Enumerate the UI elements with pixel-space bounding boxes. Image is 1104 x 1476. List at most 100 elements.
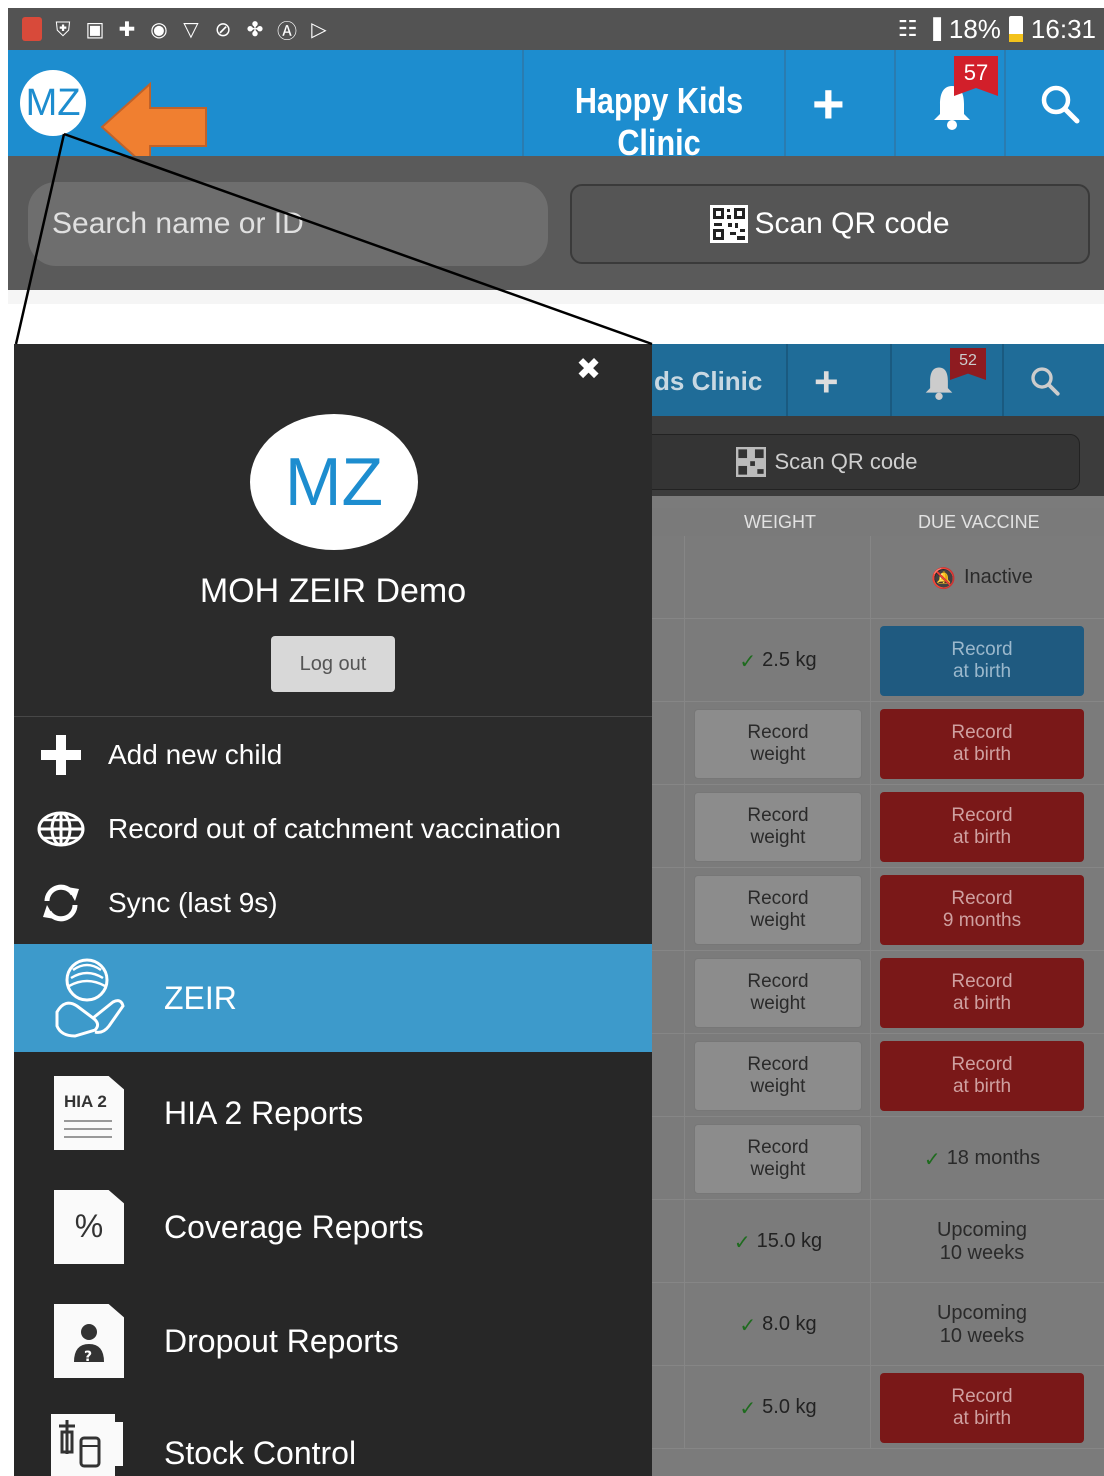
signal-icon: ▐	[925, 17, 941, 41]
wifi-icon: ☷	[897, 16, 918, 42]
nav-item-stock-control[interactable]: Stock Control	[14, 1398, 652, 1476]
weight-value: 2.5 kg	[762, 649, 817, 671]
close-icon[interactable]: ✖	[576, 352, 601, 387]
nav-item-dropout-label: Dropout Reports	[164, 1322, 399, 1359]
nav-item-zeir[interactable]: ZEIR	[14, 944, 652, 1052]
navigation-drawer: ✖ MZ MOH ZEIR Demo Log out Add new child…	[14, 344, 652, 1476]
nav-item-zeir-label: ZEIR	[164, 979, 237, 1016]
qr-code-icon	[710, 205, 749, 243]
search-input[interactable]	[28, 182, 548, 266]
record-out-of-catchment-item[interactable]: Record out of catchment vaccination	[14, 794, 652, 864]
drawer-divider	[14, 716, 652, 717]
play-store-icon: ▷	[311, 17, 327, 41]
bar-divider	[786, 344, 788, 416]
due-vaccine-cell: ✓ 18 months	[872, 1117, 1092, 1200]
weight-cell: ✓ 5.0 kg	[686, 1366, 870, 1449]
record-weight-button: Record weight	[694, 791, 862, 862]
blocked-icon: ⊘	[214, 17, 232, 41]
logout-button[interactable]: Log out	[271, 636, 395, 692]
record-vaccine-button: Record 9 months	[880, 874, 1084, 945]
bar-divider	[894, 50, 896, 156]
weight-cell: Record weight	[686, 1034, 870, 1117]
record-vaccine-button: Record at birth	[880, 625, 1084, 696]
scan-qr-button[interactable]: Scan QR code	[570, 184, 1090, 264]
stock-vial-icon	[51, 1414, 123, 1476]
user-avatar-button[interactable]: MZ	[20, 70, 86, 136]
due-vaccine-cell: Record at birth	[872, 1034, 1092, 1117]
bell-off-icon: 🔕	[931, 565, 956, 590]
background-search-icon	[1031, 367, 1060, 396]
weight-cell: Record weight	[686, 702, 870, 785]
percent-document-icon: %	[54, 1190, 124, 1264]
scan-qr-label: Scan QR code	[754, 207, 950, 240]
record-vaccine-button: Record at birth	[880, 1040, 1084, 1111]
bar-divider	[784, 50, 786, 156]
user-name: MOH ZEIR Demo	[199, 572, 467, 610]
due-vaccine-cell: Record at birth	[872, 1366, 1092, 1449]
nav-item-coverage-label: Coverage Reports	[164, 1208, 424, 1245]
check-icon: ✓	[739, 1395, 757, 1420]
drawer-navigation: ZEIR HIA 2 HIA 2 Reports % Coverage Repo…	[14, 944, 652, 1476]
weight-cell: Record weight	[686, 1117, 870, 1200]
weight-cell: Record weight	[686, 951, 870, 1034]
record-vaccine-button: Record at birth	[880, 957, 1084, 1028]
due-vaccine-cell: Record 9 months	[872, 868, 1092, 951]
font-icon: Ⓐ	[277, 18, 297, 43]
nav-item-dropout-reports[interactable]: ? Dropout Reports	[14, 1284, 652, 1398]
weight-value: 8.0 kg	[762, 1313, 817, 1335]
image-icon: ▣	[85, 17, 105, 41]
shield-icon: ⛨	[55, 17, 71, 41]
due-vaccine-cell: Upcoming 10 weeks	[872, 1283, 1092, 1366]
due-vaccine-cell: Record at birth	[872, 785, 1092, 868]
sync-item[interactable]: Sync (last 9s)	[14, 868, 652, 938]
vaccine-status: Inactive	[963, 566, 1033, 588]
weight-cell: Record weight	[686, 868, 870, 951]
add-child-button[interactable]: +	[812, 76, 845, 132]
qr-code-icon	[736, 447, 767, 477]
battery-percent: 18%	[948, 13, 1001, 44]
add-new-child-item[interactable]: Add new child	[14, 720, 652, 790]
plus-icon	[41, 735, 81, 775]
svg-text:?: ?	[84, 1349, 92, 1365]
sync-icon	[43, 884, 79, 922]
check-icon: ✓	[733, 1229, 751, 1254]
record-vaccine-button: Record at birth	[880, 1372, 1084, 1443]
nav-item-stock-control-label: Stock Control	[164, 1434, 357, 1471]
sync-label: Sync (last 9s)	[108, 887, 278, 918]
notification-badge: 57	[954, 56, 998, 96]
record-vaccine-button: Record at birth	[880, 791, 1084, 862]
nav-item-hia2-reports[interactable]: HIA 2 HIA 2 Reports	[14, 1056, 652, 1170]
list-header-strip	[8, 290, 1104, 304]
drawer-avatar: MZ	[250, 414, 418, 550]
record-out-of-catchment-label: Record out of catchment vaccination	[108, 813, 561, 844]
nav-item-hia2-label: HIA 2 Reports	[164, 1094, 364, 1131]
weight-value: 5.0 kg	[762, 1396, 817, 1418]
record-vaccine-button: Record at birth	[880, 708, 1084, 779]
search-icon[interactable]	[1040, 84, 1080, 124]
vaccine-status: 18 months	[946, 1147, 1041, 1169]
background-add-button: +	[814, 358, 839, 405]
status-bar: ⛨ ▣ ✚ ◉ ▽ ⊘ ✤ Ⓐ ▷ ☷ ▐ 18% 16:31	[8, 8, 1104, 50]
background-clinic-title: ds Clinic	[654, 366, 763, 396]
due-vaccine-cell: Record at birth	[872, 702, 1092, 785]
record-weight-button: Record weight	[694, 1040, 862, 1111]
weight-cell: ✓ 8.0 kg	[686, 1283, 870, 1366]
background-bell-icon	[925, 367, 953, 400]
vpn-icon: ◉	[150, 17, 168, 41]
medical-cross-icon: ✚	[118, 17, 136, 41]
weight-value: 15.0 kg	[756, 1230, 823, 1252]
background-scan-qr-label: Scan QR code	[774, 449, 918, 474]
app-notification-icon	[22, 17, 42, 41]
check-icon: ✓	[923, 1146, 941, 1171]
background-notification-badge: 52	[950, 348, 986, 380]
bar-divider	[522, 50, 524, 156]
hia2-document-icon: HIA 2	[54, 1076, 124, 1150]
globe-icon	[37, 811, 85, 847]
search-area: Scan QR code	[8, 156, 1104, 290]
due-vaccine-cell: Record at birth	[872, 619, 1092, 702]
nav-item-coverage-reports[interactable]: % Coverage Reports	[14, 1170, 652, 1284]
weight-column-header: WEIGHT	[744, 512, 816, 532]
bar-divider	[1002, 344, 1004, 416]
weight-cell: ✓ 2.5 kg	[686, 619, 870, 702]
due-vaccine-cell: Record at birth	[872, 951, 1092, 1034]
